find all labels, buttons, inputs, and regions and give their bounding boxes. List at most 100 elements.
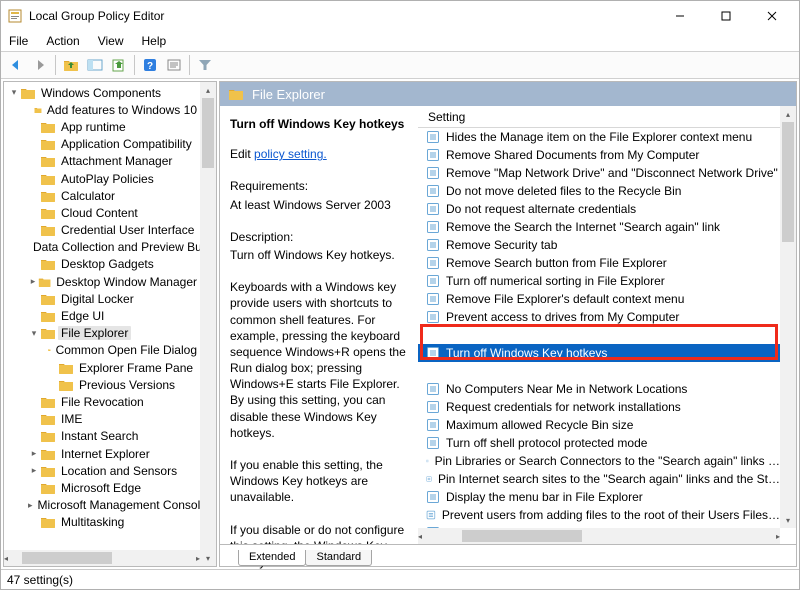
tree-item[interactable]: Digital Locker [4, 290, 200, 307]
list-horizontal-scrollbar[interactable]: ◂ ▸ [418, 528, 780, 544]
menu-help[interactable]: Help [140, 34, 169, 48]
setting-row[interactable]: Do not request alternate credentials [418, 200, 780, 218]
folder-icon [40, 257, 56, 271]
setting-row[interactable]: Remove Security tab [418, 236, 780, 254]
menu-action[interactable]: Action [44, 34, 81, 48]
close-button[interactable] [749, 1, 795, 31]
expander-icon[interactable]: ▸ [28, 500, 33, 511]
tree-item[interactable]: ▸Location and Sensors [4, 462, 200, 479]
forward-button[interactable] [29, 54, 51, 76]
tree-item[interactable]: Attachment Manager [4, 153, 200, 170]
tree-item[interactable]: Common Open File Dialog [4, 342, 200, 359]
hscroll-thumb[interactable] [22, 552, 112, 564]
scroll-up-arrow[interactable]: ▴ [780, 106, 796, 122]
setting-row[interactable]: Maximum allowed Recycle Bin size [418, 416, 780, 434]
tree-item[interactable]: Previous Versions [4, 376, 200, 393]
tree-item[interactable]: ▸Desktop Window Manager [4, 273, 200, 290]
setting-row[interactable]: Turn off numerical sorting in File Explo… [418, 272, 780, 290]
setting-row[interactable]: Remove File Explorer's default context m… [418, 290, 780, 308]
properties-button[interactable] [163, 54, 185, 76]
tree-item[interactable]: Data Collection and Preview Bu [4, 239, 200, 256]
tree-item[interactable]: Desktop Gadgets [4, 256, 200, 273]
tab-extended[interactable]: Extended [238, 550, 306, 566]
setting-row[interactable]: Remove the Search the Internet "Search a… [418, 218, 780, 236]
tree-item[interactable]: Microsoft Edge [4, 479, 200, 496]
back-button[interactable] [5, 54, 27, 76]
setting-icon [426, 490, 440, 504]
tree-item[interactable]: Multitasking [4, 514, 200, 531]
tree-root[interactable]: ▾Windows Components [4, 84, 200, 101]
help-button[interactable]: ? [139, 54, 161, 76]
tree-item[interactable]: ▸Microsoft Management Consol [4, 497, 200, 514]
tree-item[interactable]: ▾File Explorer [4, 325, 200, 342]
setting-row[interactable] [418, 362, 780, 380]
filter-button[interactable] [194, 54, 216, 76]
tree-item[interactable]: Calculator [4, 187, 200, 204]
scroll-thumb[interactable] [202, 98, 214, 168]
setting-row[interactable] [418, 326, 780, 344]
tree-item[interactable]: AutoPlay Policies [4, 170, 200, 187]
setting-row[interactable]: Turn off shell protocol protected mode [418, 434, 780, 452]
setting-row[interactable]: Pin Libraries or Search Connectors to th… [418, 452, 780, 470]
setting-row[interactable]: Remove Shared Documents from My Computer [418, 146, 780, 164]
expander-icon[interactable]: ▾ [28, 328, 40, 339]
setting-row[interactable]: Prevent access to drives from My Compute… [418, 308, 780, 326]
edit-policy-link[interactable]: policy setting. [254, 147, 327, 161]
tree-item[interactable]: App runtime [4, 118, 200, 135]
expander-icon[interactable]: ▸ [28, 465, 40, 476]
scroll-down-arrow[interactable]: ▾ [200, 550, 216, 566]
tree-label: Digital Locker [58, 292, 137, 306]
setting-label: Remove Search button from File Explorer [446, 256, 667, 270]
scroll-thumb[interactable] [782, 122, 794, 242]
scroll-right-arrow[interactable]: ▸ [196, 550, 200, 566]
tree-label: App runtime [58, 120, 129, 134]
menu-file[interactable]: File [7, 34, 30, 48]
setting-row[interactable]: Turn off Windows Key hotkeys [418, 344, 780, 362]
tree-item[interactable]: Edge UI [4, 307, 200, 324]
setting-row[interactable]: Remove "Map Network Drive" and "Disconne… [418, 164, 780, 182]
tree-horizontal-scrollbar[interactable]: ◂ ▸ [4, 550, 200, 566]
tree-item[interactable]: IME [4, 411, 200, 428]
setting-row[interactable]: No Computers Near Me in Network Location… [418, 380, 780, 398]
folder-icon [40, 120, 56, 134]
hscroll-thumb[interactable] [462, 530, 582, 542]
tree-item[interactable]: Instant Search [4, 428, 200, 445]
setting-row[interactable]: Request credentials for network installa… [418, 398, 780, 416]
tree-label: Microsoft Management Consol [35, 498, 200, 512]
setting-row[interactable]: Pin Internet search sites to the "Search… [418, 470, 780, 488]
setting-label: Hides the Manage item on the File Explor… [446, 130, 752, 144]
tree-label: Application Compatibility [58, 137, 195, 151]
setting-icon [426, 184, 440, 198]
maximize-button[interactable] [703, 1, 749, 31]
folder-icon [58, 378, 74, 392]
minimize-button[interactable] [657, 1, 703, 31]
expander-icon[interactable]: ▸ [28, 276, 38, 287]
setting-row[interactable]: Prevent users from adding files to the r… [418, 506, 780, 524]
tree-item[interactable]: Add features to Windows 10 [4, 101, 200, 118]
expander-icon[interactable]: ▸ [28, 448, 40, 459]
show-tree-button[interactable] [84, 54, 106, 76]
setting-row[interactable]: Display the menu bar in File Explorer [418, 488, 780, 506]
export-button[interactable] [108, 54, 130, 76]
setting-row[interactable]: Do not move deleted files to the Recycle… [418, 182, 780, 200]
setting-row[interactable]: Hides the Manage item on the File Explor… [418, 128, 780, 146]
scroll-right-arrow[interactable]: ▸ [776, 528, 780, 544]
tree-item[interactable]: Explorer Frame Pane [4, 359, 200, 376]
folder-icon [40, 326, 56, 340]
tree-item[interactable]: File Revocation [4, 393, 200, 410]
up-folder-button[interactable] [60, 54, 82, 76]
tree-item[interactable]: Cloud Content [4, 204, 200, 221]
setting-icon [426, 508, 436, 522]
list-vertical-scrollbar[interactable]: ▴ ▾ [780, 106, 796, 528]
setting-row[interactable]: Remove Search button from File Explorer [418, 254, 780, 272]
menu-view[interactable]: View [96, 34, 126, 48]
scroll-up-arrow[interactable]: ▴ [200, 82, 216, 98]
tab-standard[interactable]: Standard [305, 550, 372, 566]
scroll-down-arrow[interactable]: ▾ [780, 512, 796, 528]
settings-column-header[interactable]: Setting [418, 106, 780, 128]
tree-item[interactable]: ▸Internet Explorer [4, 445, 200, 462]
tree-vertical-scrollbar[interactable]: ▴ ▾ [200, 82, 216, 566]
tree-item[interactable]: Application Compatibility [4, 136, 200, 153]
tree-item[interactable]: Credential User Interface [4, 222, 200, 239]
tree-label: Desktop Gadgets [58, 257, 157, 271]
